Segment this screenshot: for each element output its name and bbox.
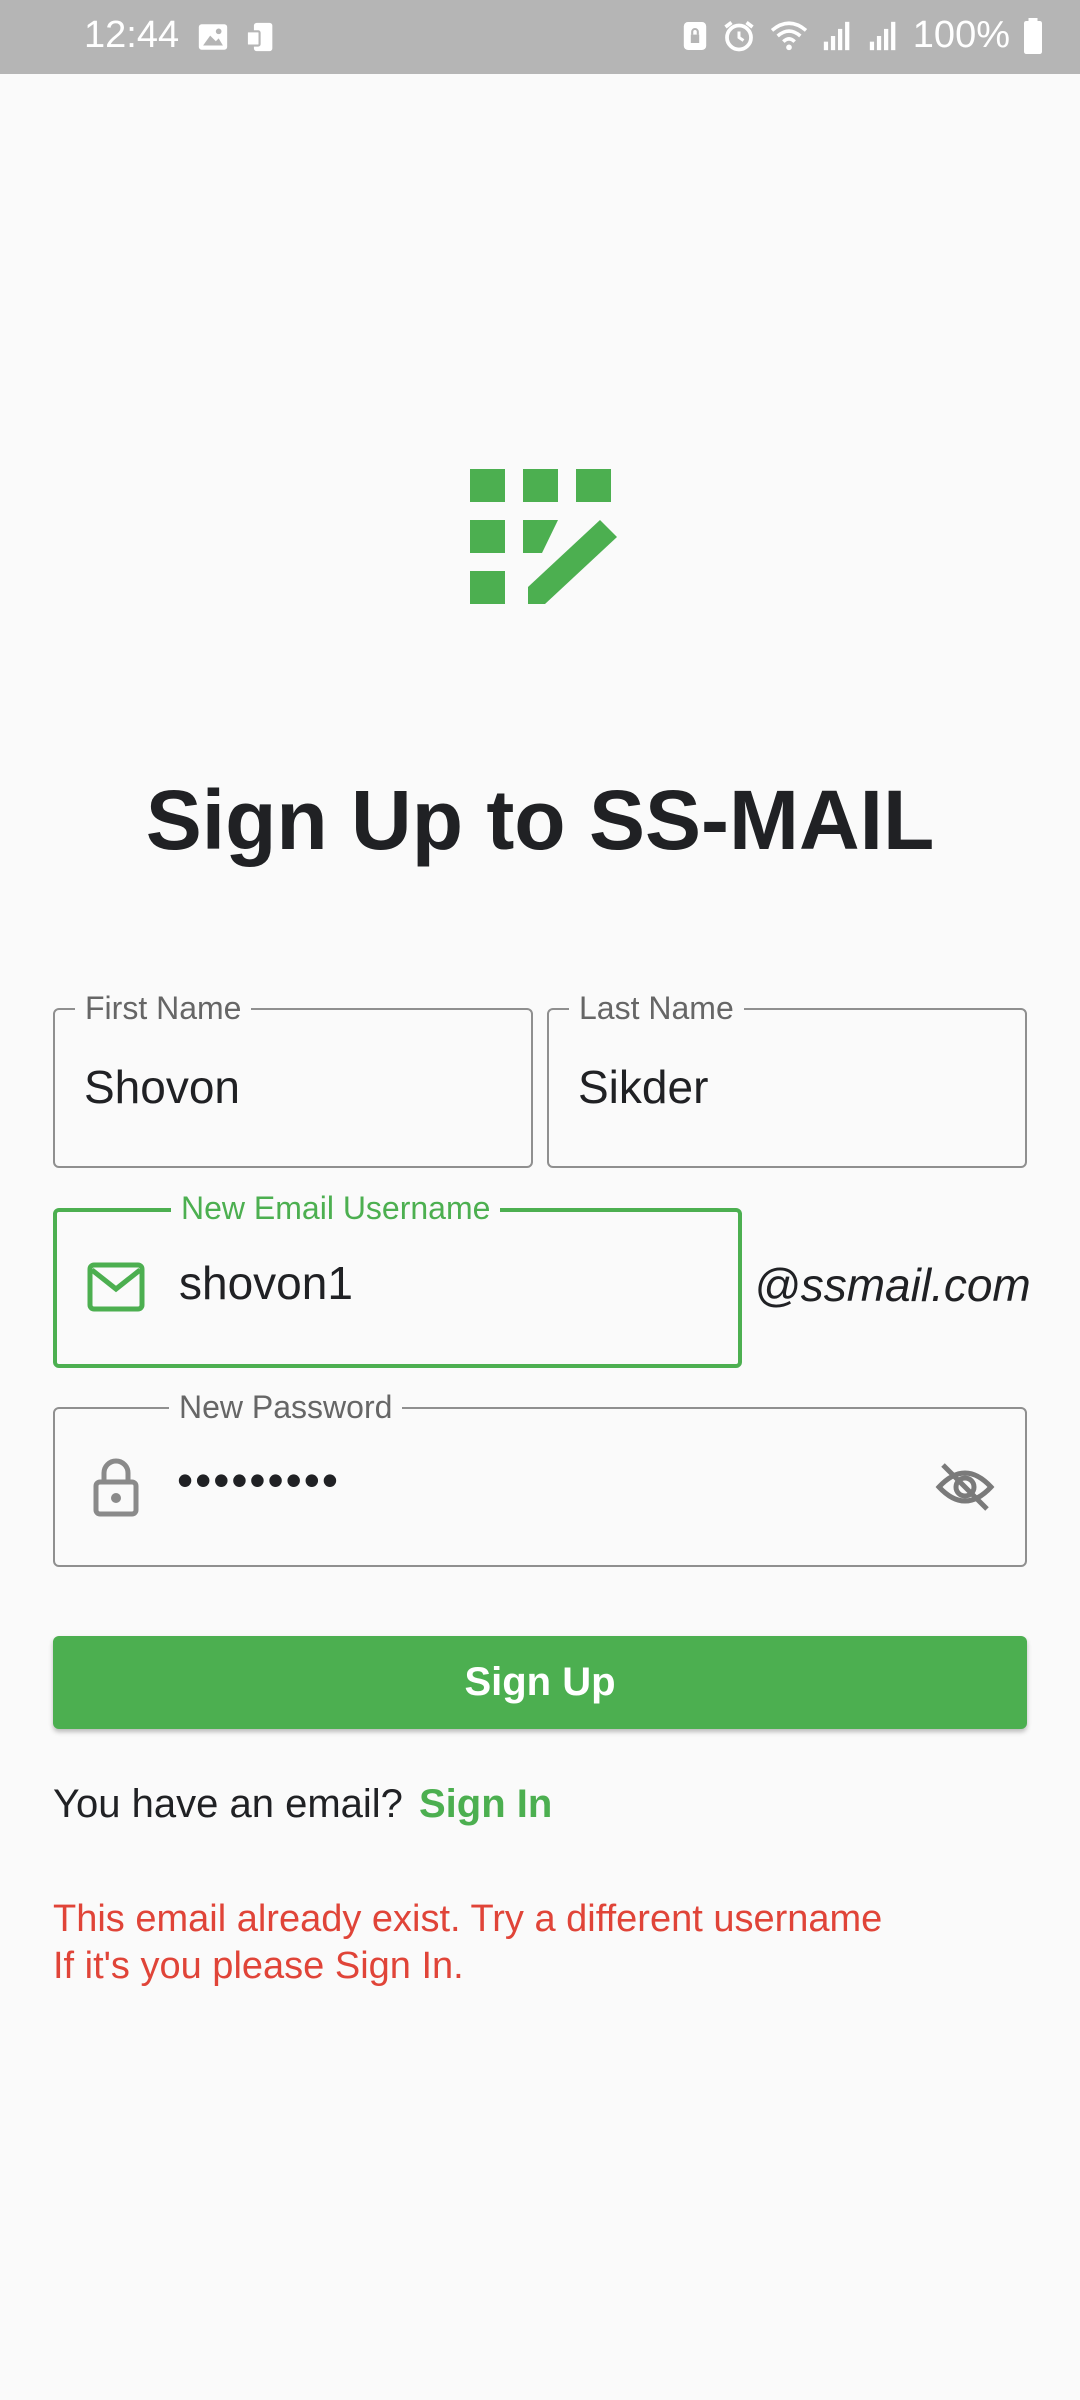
status-right-icons: 100%: [681, 14, 1044, 57]
lock-screen-icon: [683, 21, 706, 50]
last-name-field[interactable]: Last Name Sikder: [547, 990, 1027, 1168]
last-name-label: Last Name: [569, 990, 744, 1026]
email-username-label: New Email Username: [171, 1190, 501, 1226]
battery-icon: [1024, 17, 1042, 54]
last-name-value: Sikder: [578, 1061, 709, 1113]
sign-up-button[interactable]: Sign Up: [53, 1636, 1027, 1729]
status-left-icons: [196, 20, 278, 54]
device-icon: [245, 22, 273, 52]
first-name-field[interactable]: First Name Shovon: [53, 990, 533, 1168]
error-line-2: If it's you please Sign In.: [53, 1945, 464, 1987]
eye-off-icon[interactable]: [935, 1461, 995, 1513]
wifi-icon: [770, 20, 807, 50]
password-value: •••••••••: [177, 1454, 340, 1506]
error-line-1: This email already exist. Try a differen…: [53, 1898, 883, 1940]
sign-in-link[interactable]: Sign In: [419, 1782, 552, 1827]
status-bar: 12:44 100%: [0, 0, 1080, 74]
error-message: This email already exist. Try a differen…: [53, 1896, 882, 1990]
lock-icon: [93, 1458, 139, 1517]
email-username-field[interactable]: New Email Username shovon1: [53, 1190, 742, 1368]
status-time: 12:44: [84, 14, 180, 56]
page-title: Sign Up to SS-MAIL: [145, 773, 935, 867]
gallery-icon: [198, 24, 228, 50]
app-logo-icon: [470, 469, 617, 604]
email-domain-suffix: @ssmail.com: [754, 1259, 1031, 1311]
mail-icon: [87, 1262, 145, 1312]
password-field[interactable]: New Password •••••••••: [53, 1389, 1027, 1567]
alarm-icon: [724, 20, 754, 51]
email-username-value: shovon1: [179, 1257, 353, 1309]
signal-icon: [823, 21, 850, 50]
password-label: New Password: [169, 1389, 403, 1425]
signal-icon-2: [869, 21, 896, 50]
first-name-value: Shovon: [84, 1061, 241, 1113]
battery-percent: 100%: [912, 14, 1010, 56]
have-email-prompt: You have an email?: [53, 1782, 403, 1826]
first-name-label: First Name: [75, 990, 252, 1026]
